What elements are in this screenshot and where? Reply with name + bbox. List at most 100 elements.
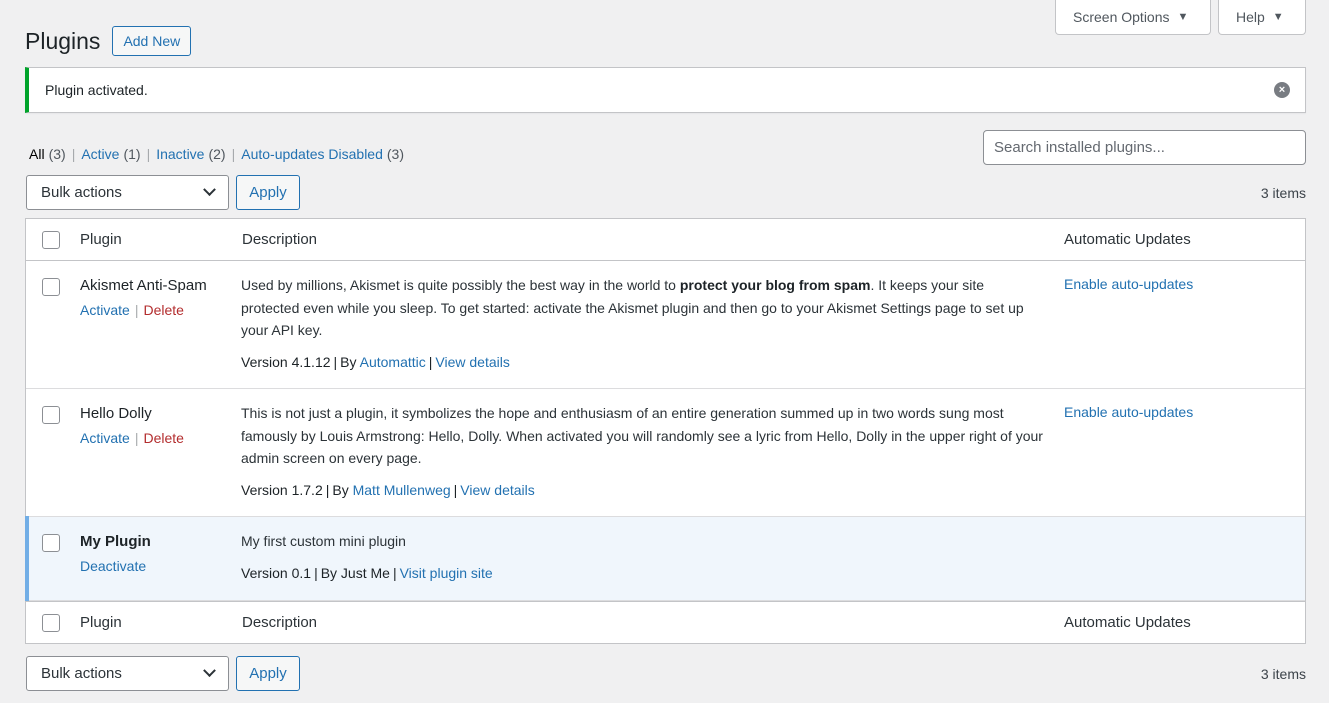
row-checkbox[interactable] <box>42 534 60 552</box>
enable-auto-updates-link[interactable]: Enable auto-updates <box>1064 404 1193 420</box>
filter-all[interactable]: All (3) <box>29 146 66 162</box>
row-actions: Deactivate <box>80 558 151 574</box>
apply-button[interactable]: Apply <box>236 656 300 691</box>
table-row: Akismet Anti-Spam Activate | Delete Used… <box>26 261 1305 389</box>
row-actions: Activate | Delete <box>80 302 207 318</box>
row-checkbox[interactable] <box>42 406 60 424</box>
row-checkbox[interactable] <box>42 278 60 296</box>
table-row: Hello Dolly Activate | Delete This is no… <box>26 389 1305 517</box>
plugin-version: Version 4.1.12 <box>241 353 331 370</box>
caret-down-icon: ▼ <box>1177 11 1189 23</box>
column-header-automatic-updates: Automatic Updates <box>1064 231 1191 248</box>
description-text: This is not just a plugin, it symbolizes… <box>241 405 1043 466</box>
screen-meta-links: Screen Options ▼ Help ▼ <box>1055 0 1306 35</box>
filter-inactive[interactable]: Inactive (2) <box>156 146 225 162</box>
screen-options-button[interactable]: Screen Options ▼ <box>1055 0 1211 35</box>
author-link[interactable]: Matt Mullenweg <box>353 482 451 498</box>
filter-active[interactable]: Active (1) <box>81 146 140 162</box>
delete-link[interactable]: Delete <box>143 430 183 446</box>
author-link[interactable]: Automattic <box>360 354 426 370</box>
filter-inactive-label: Inactive <box>156 146 205 162</box>
action-separator: | <box>134 430 139 446</box>
plugins-table: Plugin Description Automatic Updates Aki… <box>25 218 1306 644</box>
plugin-title-cell: My Plugin Deactivate <box>80 532 151 574</box>
auto-updates-cell: Enable auto-updates <box>1064 404 1193 420</box>
items-count: 3 items <box>1260 665 1306 682</box>
description-highlight: protect your blog from spam <box>679 277 871 293</box>
chevron-down-icon <box>203 664 216 678</box>
plugin-description: My first custom mini plugin Version 0.1 |… <box>241 530 1046 584</box>
caret-down-icon: ▼ <box>1272 11 1284 23</box>
bulk-actions-label: Bulk actions <box>41 184 122 201</box>
table-row: My Plugin Deactivate My first custom min… <box>25 516 1305 601</box>
table-header: Plugin Description Automatic Updates <box>26 219 1305 261</box>
delete-link[interactable]: Delete <box>143 302 183 318</box>
plugin-name: My Plugin <box>80 533 151 550</box>
visit-plugin-site-link[interactable]: Visit plugin site <box>400 565 493 581</box>
filter-auto-updates-disabled-count: (3) <box>386 146 405 162</box>
column-header-plugin: Plugin <box>80 231 122 248</box>
page-header: Plugins Add New <box>25 26 192 56</box>
column-header-description: Description <box>242 231 318 248</box>
filter-separator: | <box>231 146 236 162</box>
action-separator: | <box>134 302 139 318</box>
select-all-checkbox[interactable] <box>42 613 60 632</box>
tablenav-bottom: Bulk actions Apply 3 items <box>26 656 1306 691</box>
filter-all-count: (3) <box>48 146 66 162</box>
activate-link[interactable]: Activate <box>80 430 130 446</box>
search-input[interactable]: Search installed plugins... <box>983 130 1306 165</box>
view-details-link[interactable]: View details <box>435 354 509 370</box>
auto-updates-cell: Enable auto-updates <box>1064 276 1193 292</box>
success-notice: Plugin activated. × <box>25 67 1306 113</box>
screen-options-label: Screen Options <box>1073 9 1170 25</box>
enable-auto-updates-link[interactable]: Enable auto-updates <box>1064 276 1193 292</box>
activate-link[interactable]: Activate <box>80 302 130 318</box>
filter-auto-updates-disabled-label: Auto-updates Disabled <box>241 146 383 162</box>
plugin-meta: Version 0.1 | By Just Me | Visit plugin site <box>241 562 1046 585</box>
column-header-automatic-updates: Automatic Updates <box>1064 614 1191 631</box>
bulk-actions-select[interactable]: Bulk actions <box>26 175 229 210</box>
page-title: Plugins <box>25 27 101 54</box>
by-label: By <box>340 353 357 370</box>
meta-separator: | <box>314 564 318 581</box>
plugin-name: Hello Dolly <box>80 405 152 422</box>
plugin-title-cell: Hello Dolly Activate | Delete <box>80 404 184 446</box>
filter-separator: | <box>71 146 76 162</box>
filter-separator: | <box>146 146 151 162</box>
filter-auto-updates-disabled[interactable]: Auto-updates Disabled (3) <box>241 146 404 162</box>
column-header-description: Description <box>242 614 318 631</box>
plugin-description: Used by millions, Akismet is quite possi… <box>241 274 1046 373</box>
add-new-button[interactable]: Add New <box>112 26 192 56</box>
tablenav-top: Bulk actions Apply 3 items <box>26 175 1306 210</box>
plugin-description: This is not just a plugin, it symbolizes… <box>241 402 1046 501</box>
plugin-status-filters: All (3) | Active (1) | Inactive (2) | Auto-… <box>29 146 404 162</box>
by-label: By <box>332 481 349 498</box>
view-details-link[interactable]: View details <box>460 482 534 498</box>
items-count: 3 items <box>1260 184 1306 201</box>
column-header-plugin: Plugin <box>80 614 122 631</box>
plugin-name: Akismet Anti-Spam <box>80 277 207 294</box>
description-text: Used by millions, Akismet is quite possi… <box>241 274 1046 342</box>
help-button[interactable]: Help ▼ <box>1218 0 1306 35</box>
bulk-actions-label: Bulk actions <box>41 665 122 682</box>
deactivate-link[interactable]: Deactivate <box>80 558 146 574</box>
plugin-meta: Version 1.7.2 | By Matt Mullenweg | View det… <box>241 479 1046 502</box>
meta-separator: | <box>325 481 330 498</box>
select-all-checkbox[interactable] <box>42 230 60 249</box>
chevron-down-icon <box>203 183 216 197</box>
meta-separator: | <box>392 564 397 581</box>
description-text: My first custom mini plugin <box>241 533 406 549</box>
filter-active-label: Active <box>81 146 120 162</box>
dismiss-icon[interactable]: × <box>1274 82 1290 98</box>
notice-message: Plugin activated. <box>45 82 148 98</box>
bulk-actions-select[interactable]: Bulk actions <box>26 656 229 691</box>
meta-separator: | <box>453 481 458 498</box>
meta-separator: | <box>428 353 433 370</box>
table-footer: Plugin Description Automatic Updates <box>26 601 1305 643</box>
plugin-version: Version 0.1 <box>241 564 312 581</box>
filter-inactive-count: (2) <box>208 146 226 162</box>
plugin-title-cell: Akismet Anti-Spam Activate | Delete <box>80 276 207 318</box>
apply-button[interactable]: Apply <box>236 175 300 210</box>
by-author: By Just Me <box>320 564 390 581</box>
filter-active-count: (1) <box>123 146 141 162</box>
